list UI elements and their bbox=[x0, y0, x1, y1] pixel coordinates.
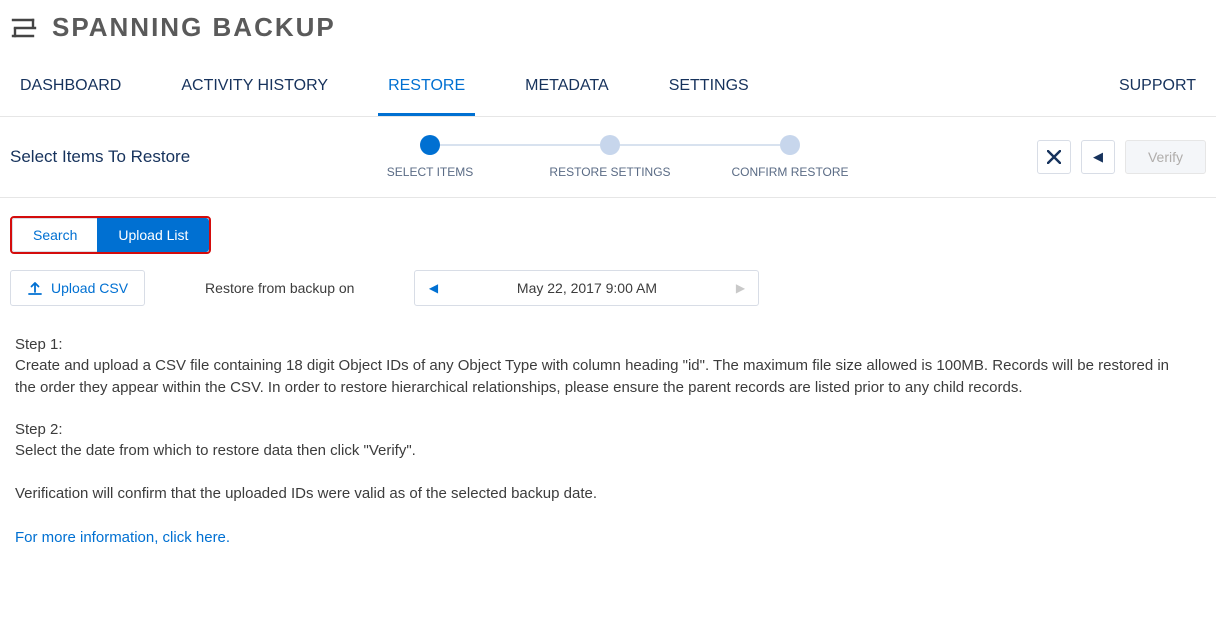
backup-date-picker: ◀ May 22, 2017 9:00 AM ▶ bbox=[414, 270, 759, 306]
step-dot-active-icon bbox=[420, 135, 440, 155]
main-tabs: DASHBOARD ACTIVITY HISTORY RESTORE METAD… bbox=[0, 57, 1216, 117]
back-button[interactable]: ◀ bbox=[1081, 140, 1115, 174]
wizard-stepper: SELECT ITEMS RESTORE SETTINGS CONFIRM RE… bbox=[360, 135, 860, 179]
backup-date-value[interactable]: May 22, 2017 9:00 AM bbox=[451, 271, 722, 305]
tab-support[interactable]: SUPPORT bbox=[1109, 57, 1206, 116]
step1-text: Create and upload a CSV file containing … bbox=[15, 355, 1175, 399]
verification-text: Verification will confirm that the uploa… bbox=[15, 483, 1175, 505]
step-label-1: SELECT ITEMS bbox=[387, 165, 473, 179]
close-icon bbox=[1047, 150, 1061, 164]
tab-activity-history[interactable]: ACTIVITY HISTORY bbox=[171, 57, 338, 116]
instructions: Step 1: Create and upload a CSV file con… bbox=[10, 306, 1180, 549]
chevron-right-icon: ▶ bbox=[736, 281, 745, 295]
close-button[interactable] bbox=[1037, 140, 1071, 174]
step-dot-icon bbox=[780, 135, 800, 155]
header: SPANNING BACKUP bbox=[0, 0, 1216, 57]
tab-dashboard[interactable]: DASHBOARD bbox=[10, 57, 131, 116]
verify-button[interactable]: Verify bbox=[1125, 140, 1206, 174]
brand-title: SPANNING BACKUP bbox=[52, 12, 336, 43]
step2-heading: Step 2: bbox=[15, 421, 1175, 438]
search-tab-button[interactable]: Search bbox=[12, 218, 97, 252]
content: Search Upload List Upload CSV Restore fr… bbox=[0, 198, 1216, 589]
upload-list-tab-button[interactable]: Upload List bbox=[97, 218, 209, 252]
tab-metadata[interactable]: METADATA bbox=[515, 57, 619, 116]
tab-settings[interactable]: SETTINGS bbox=[659, 57, 759, 116]
step1-heading: Step 1: bbox=[15, 336, 1175, 353]
page-title: Select Items To Restore bbox=[10, 147, 360, 167]
tab-restore[interactable]: RESTORE bbox=[378, 57, 475, 116]
subheader: Select Items To Restore SELECT ITEMS RES… bbox=[0, 117, 1216, 198]
step-confirm-restore: CONFIRM RESTORE bbox=[720, 135, 860, 179]
step-dot-icon bbox=[600, 135, 620, 155]
upload-row: Upload CSV Restore from backup on ◀ May … bbox=[10, 270, 1206, 306]
step-restore-settings: RESTORE SETTINGS bbox=[540, 135, 680, 179]
step-label-2: RESTORE SETTINGS bbox=[549, 165, 670, 179]
mode-toggle-row: Search Upload List bbox=[10, 216, 1206, 254]
step-label-3: CONFIRM RESTORE bbox=[731, 165, 848, 179]
chevron-left-icon: ◀ bbox=[429, 281, 438, 295]
step-select-items: SELECT ITEMS bbox=[360, 135, 500, 179]
mode-toggle-group: Search Upload List bbox=[10, 216, 211, 254]
spanning-logo-icon bbox=[10, 15, 38, 41]
date-prev-button[interactable]: ◀ bbox=[415, 271, 451, 305]
upload-csv-button[interactable]: Upload CSV bbox=[10, 270, 145, 306]
chevron-left-icon: ◀ bbox=[1093, 149, 1103, 165]
more-info-link[interactable]: For more information, click here. bbox=[15, 527, 1175, 549]
step2-text: Select the date from which to restore da… bbox=[15, 440, 1175, 462]
upload-icon bbox=[27, 280, 43, 296]
subheader-actions: ◀ Verify bbox=[1037, 140, 1206, 174]
upload-csv-label: Upload CSV bbox=[51, 280, 128, 296]
restore-from-label: Restore from backup on bbox=[205, 280, 354, 296]
date-next-button[interactable]: ▶ bbox=[722, 271, 758, 305]
